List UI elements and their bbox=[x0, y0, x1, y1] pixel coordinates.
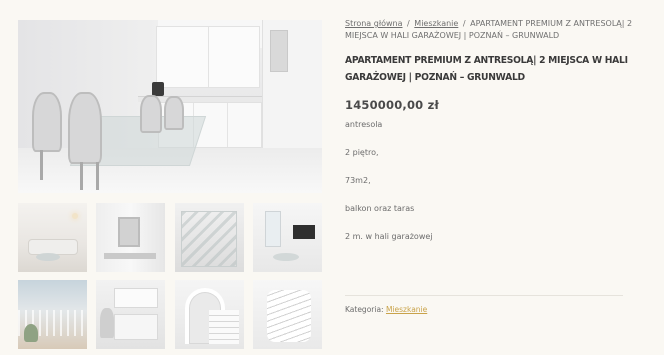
breadcrumb-separator: / bbox=[462, 19, 466, 28]
meta-divider bbox=[345, 295, 623, 296]
breadcrumb: Strona główna / Mieszkanie / APARTAMENT … bbox=[345, 18, 645, 42]
thumbnail-2[interactable] bbox=[96, 203, 165, 272]
product-details: Strona główna / Mieszkanie / APARTAMENT … bbox=[345, 18, 645, 259]
thumb-window bbox=[265, 211, 281, 247]
description-line: balkon oraz taras bbox=[345, 204, 415, 213]
thumb-lamp bbox=[72, 213, 78, 219]
description-line: 73m2, bbox=[345, 176, 371, 185]
breadcrumb-separator: / bbox=[407, 19, 410, 28]
thumb-table bbox=[273, 253, 299, 261]
photo-chair-leg bbox=[80, 162, 83, 190]
thumb-glass-rail bbox=[181, 211, 237, 267]
thumb-chair bbox=[100, 308, 114, 338]
product-price: 1450000,00 zł bbox=[345, 98, 439, 112]
category-link[interactable]: Mieszkanie bbox=[386, 305, 427, 314]
thumb-tv bbox=[293, 225, 315, 239]
thumbnail-6[interactable] bbox=[96, 280, 165, 349]
product-description: antresola 2 piętro, 73m2, balkon oraz ta… bbox=[345, 119, 645, 259]
description-line: 2 m. w hali garażowej bbox=[345, 232, 433, 241]
thumb-counter bbox=[114, 314, 158, 340]
description-line: 2 piętro, bbox=[345, 148, 379, 157]
thumbnail-1[interactable] bbox=[18, 203, 87, 272]
thumbnail-4[interactable] bbox=[253, 203, 322, 272]
product-title: APARTAMENT PREMIUM Z ANTRESOLĄ| 2 MIEJSC… bbox=[345, 55, 628, 83]
main-product-photo[interactable] bbox=[18, 20, 322, 193]
photo-coffee-machine bbox=[152, 82, 164, 96]
thumbnail-8[interactable] bbox=[253, 280, 322, 349]
photo-oven bbox=[270, 30, 288, 72]
thumbnail-3[interactable] bbox=[175, 203, 244, 272]
photo-chair bbox=[32, 92, 62, 152]
thumb-table bbox=[36, 253, 60, 261]
breadcrumb-home-link[interactable]: Strona główna bbox=[345, 19, 403, 28]
thumb-cabinet bbox=[114, 288, 158, 308]
breadcrumb-category-link[interactable]: Mieszkanie bbox=[414, 19, 458, 28]
description-line: antresola bbox=[345, 120, 383, 129]
photo-chair bbox=[164, 96, 184, 130]
photo-chair-leg bbox=[40, 150, 43, 180]
thumb-stairs bbox=[209, 310, 239, 344]
photo-chair-leg bbox=[96, 162, 99, 190]
photo-upper-cabinets bbox=[156, 26, 260, 88]
thumb-picture bbox=[118, 217, 140, 247]
thumbnail-5[interactable] bbox=[18, 280, 87, 349]
photo-chair bbox=[68, 92, 102, 164]
product-category: Kategoria: Mieszkanie bbox=[345, 305, 427, 314]
thumb-plant bbox=[24, 324, 38, 342]
thumbnail-7[interactable] bbox=[175, 280, 244, 349]
category-label: Kategoria: bbox=[345, 305, 384, 314]
thumb-spiral-stairs bbox=[267, 290, 311, 342]
thumb-shelf bbox=[104, 253, 156, 259]
photo-chair bbox=[140, 95, 162, 133]
